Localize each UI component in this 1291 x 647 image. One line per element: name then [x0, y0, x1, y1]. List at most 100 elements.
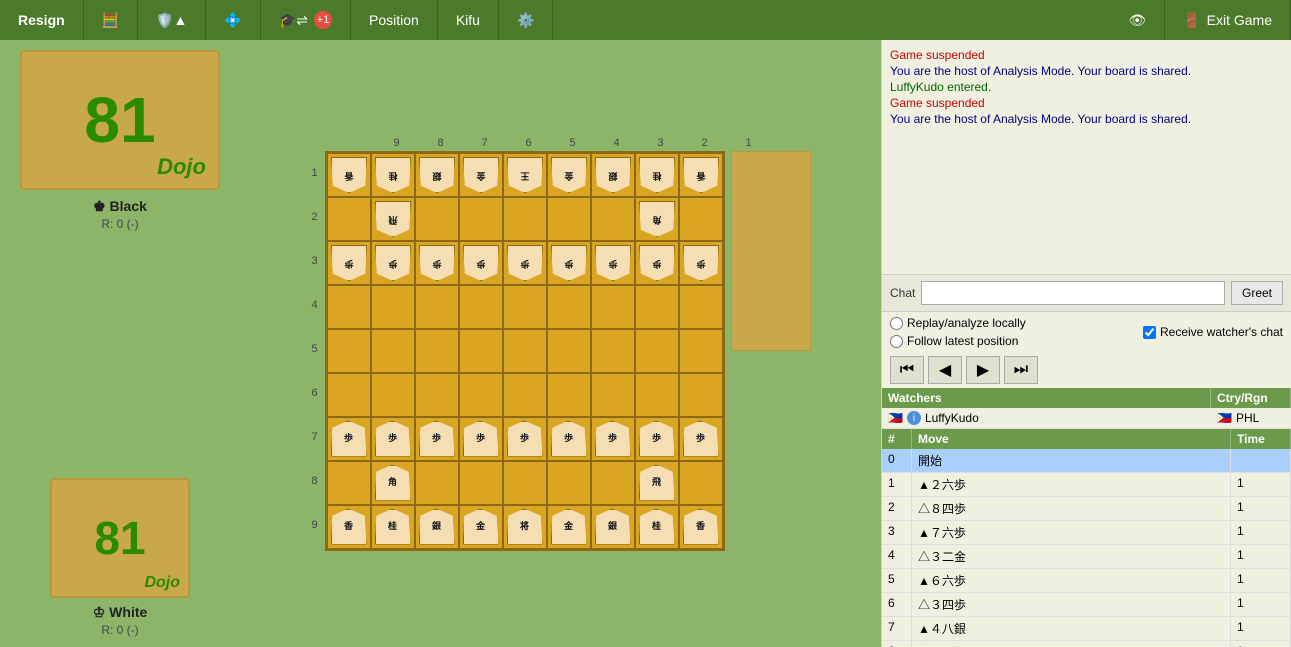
cell-6-6[interactable]	[459, 373, 503, 417]
cell-7-5[interactable]: 歩	[503, 417, 547, 461]
cell-6-8[interactable]	[371, 373, 415, 417]
receive-watcher-checkbox[interactable]	[1143, 326, 1156, 339]
cell-2-3[interactable]	[591, 197, 635, 241]
shield-button[interactable]: 🛡️▲	[138, 0, 206, 40]
cell-9-3[interactable]: 銀	[591, 505, 635, 549]
cell-1-4[interactable]: 金	[547, 153, 591, 197]
cell-3-8[interactable]: 歩	[371, 241, 415, 285]
cell-5-2[interactable]	[635, 329, 679, 373]
receive-watcher-option[interactable]: Receive watcher's chat	[1143, 325, 1283, 339]
cell-9-9[interactable]: 香	[327, 505, 371, 549]
cell-8-3[interactable]	[591, 461, 635, 505]
cell-2-9[interactable]	[327, 197, 371, 241]
cell-2-6[interactable]	[459, 197, 503, 241]
replay-radio[interactable]	[890, 317, 903, 330]
cell-5-6[interactable]	[459, 329, 503, 373]
last-button[interactable]: ⏭	[1004, 356, 1038, 384]
greet-button[interactable]: Greet	[1231, 281, 1283, 305]
cell-7-6[interactable]: 歩	[459, 417, 503, 461]
cell-3-7[interactable]: 歩	[415, 241, 459, 285]
cell-3-4[interactable]: 歩	[547, 241, 591, 285]
diamond-button[interactable]: 💠	[206, 0, 260, 40]
cell-8-1[interactable]	[679, 461, 723, 505]
cell-3-6[interactable]: 歩	[459, 241, 503, 285]
cell-8-5[interactable]	[503, 461, 547, 505]
cell-7-7[interactable]: 歩	[415, 417, 459, 461]
resign-button[interactable]: Resign	[0, 0, 84, 40]
cell-5-4[interactable]	[547, 329, 591, 373]
cell-1-6[interactable]: 金	[459, 153, 503, 197]
move-row-2[interactable]: 2 △８四歩 1	[882, 497, 1291, 521]
follow-option[interactable]: Follow latest position	[890, 334, 1127, 348]
cell-7-2[interactable]: 歩	[635, 417, 679, 461]
cell-6-5[interactable]	[503, 373, 547, 417]
cell-8-2[interactable]: 飛	[635, 461, 679, 505]
prev-button[interactable]: ◀	[928, 356, 962, 384]
move-row-6[interactable]: 6 △３四歩 1	[882, 593, 1291, 617]
move-row-1[interactable]: 1 ▲２六歩 1	[882, 473, 1291, 497]
cell-8-6[interactable]	[459, 461, 503, 505]
cell-3-5[interactable]: 歩	[503, 241, 547, 285]
cell-6-1[interactable]	[679, 373, 723, 417]
cell-8-7[interactable]	[415, 461, 459, 505]
cell-4-6[interactable]	[459, 285, 503, 329]
cell-9-4[interactable]: 金	[547, 505, 591, 549]
cell-1-9[interactable]: 香	[327, 153, 371, 197]
cell-6-4[interactable]	[547, 373, 591, 417]
cell-4-4[interactable]	[547, 285, 591, 329]
move-row-4[interactable]: 4 △３二金 1	[882, 545, 1291, 569]
cell-9-5[interactable]: 将	[503, 505, 547, 549]
cell-3-9[interactable]: 歩	[327, 241, 371, 285]
cell-3-3[interactable]: 歩	[591, 241, 635, 285]
cell-8-8[interactable]: 角	[371, 461, 415, 505]
cell-8-4[interactable]	[547, 461, 591, 505]
cell-3-1[interactable]: 歩	[679, 241, 723, 285]
move-row-0[interactable]: 0 開始	[882, 449, 1291, 473]
cell-7-1[interactable]: 歩	[679, 417, 723, 461]
next-button[interactable]: ▶	[966, 356, 1000, 384]
shogi-board[interactable]: 香 桂 銀 金 王 金 銀 桂 香 飛	[325, 151, 725, 551]
cell-7-4[interactable]: 歩	[547, 417, 591, 461]
cell-4-7[interactable]	[415, 285, 459, 329]
cell-2-4[interactable]	[547, 197, 591, 241]
cell-9-2[interactable]: 桂	[635, 505, 679, 549]
cell-4-8[interactable]	[371, 285, 415, 329]
move-row-7[interactable]: 7 ▲４八銀 1	[882, 617, 1291, 641]
kifu-button[interactable]: Kifu	[438, 0, 499, 40]
replay-option[interactable]: Replay/analyze locally	[890, 316, 1127, 330]
cell-6-3[interactable]	[591, 373, 635, 417]
cell-2-1[interactable]	[679, 197, 723, 241]
cell-1-1[interactable]: 香	[679, 153, 723, 197]
cell-3-2[interactable]: 歩	[635, 241, 679, 285]
cell-4-3[interactable]	[591, 285, 635, 329]
cell-8-9[interactable]	[327, 461, 371, 505]
cell-6-2[interactable]	[635, 373, 679, 417]
cell-2-8[interactable]: 飛	[371, 197, 415, 241]
move-row-5[interactable]: 5 ▲６六歩 1	[882, 569, 1291, 593]
cell-1-2[interactable]: 桂	[635, 153, 679, 197]
exit-game-button[interactable]: 🚪 Exit Game	[1165, 0, 1291, 40]
cell-7-9[interactable]: 歩	[327, 417, 371, 461]
cell-2-5[interactable]	[503, 197, 547, 241]
cell-2-2[interactable]: 角	[635, 197, 679, 241]
cell-5-9[interactable]	[327, 329, 371, 373]
cell-1-8[interactable]: 桂	[371, 153, 415, 197]
first-button[interactable]: ⏮	[890, 356, 924, 384]
cell-6-7[interactable]	[415, 373, 459, 417]
cell-9-6[interactable]: 金	[459, 505, 503, 549]
position-button[interactable]: Position	[351, 0, 438, 40]
eye-button[interactable]: 👁	[1110, 0, 1165, 40]
chat-input[interactable]	[921, 281, 1225, 305]
move-row-3[interactable]: 3 ▲７六歩 1	[882, 521, 1291, 545]
cell-5-7[interactable]	[415, 329, 459, 373]
cell-4-5[interactable]	[503, 285, 547, 329]
cell-1-5[interactable]: 王	[503, 153, 547, 197]
cell-9-1[interactable]: 香	[679, 505, 723, 549]
cell-4-2[interactable]	[635, 285, 679, 329]
cell-9-8[interactable]: 桂	[371, 505, 415, 549]
cell-5-3[interactable]	[591, 329, 635, 373]
graduation-button[interactable]: 🎓⇌ +1	[261, 0, 351, 40]
cell-7-3[interactable]: 歩	[591, 417, 635, 461]
cell-1-7[interactable]: 銀	[415, 153, 459, 197]
calculator-button[interactable]: 🧮	[84, 0, 138, 40]
